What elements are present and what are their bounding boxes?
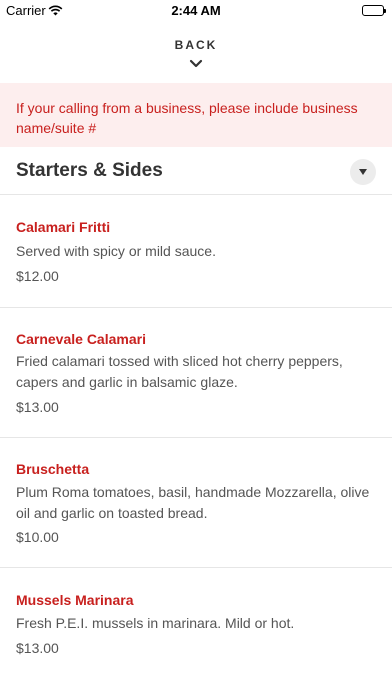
menu-item-price: $10.00: [16, 529, 59, 545]
menu-item-name: Mussels Marinara: [16, 592, 134, 608]
chevron-down-icon: [189, 56, 203, 68]
menu-item-name: Calamari Fritti: [16, 219, 111, 235]
battery-icon: [362, 5, 386, 16]
menu-item-description: Fried calamari tossed with sliced hot ch…: [16, 353, 343, 390]
menu-item[interactable]: Carnevale Calamari Fried calamari tossed…: [0, 308, 392, 438]
menu-item-description: Fresh P.E.I. mussels in marinara. Mild o…: [16, 615, 295, 631]
caret-down-icon: [359, 169, 367, 175]
menu-item[interactable]: Mussels Marinara Fresh P.E.I. mussels in…: [0, 568, 392, 696]
section-toggle-button[interactable]: [350, 159, 376, 185]
section-title: Starters & Sides: [16, 160, 163, 181]
menu-item-price: $13.00: [16, 399, 59, 415]
menu-item-price: $12.00: [16, 268, 59, 284]
menu-item-name: Carnevale Calamari: [16, 331, 146, 347]
clock: 2:44 AM: [171, 3, 221, 18]
back-button[interactable]: BACK: [146, 34, 246, 74]
menu-item[interactable]: Bruschetta Plum Roma tomatoes, basil, ha…: [0, 438, 392, 568]
back-label: BACK: [174, 38, 218, 52]
menu-item-price: $13.00: [16, 640, 59, 656]
business-alert-banner: If your calling from a business, please …: [0, 83, 392, 147]
alert-text: If your calling from a business, please …: [16, 100, 358, 136]
menu-item-description: Served with spicy or mild sauce.: [16, 243, 216, 259]
menu-item-name: Bruschetta: [16, 461, 90, 477]
status-bar: Carrier 2:44 AM: [0, 0, 392, 22]
menu-item[interactable]: Calamari Fritti Served with spicy or mil…: [0, 196, 392, 308]
menu-item-description: Plum Roma tomatoes, basil, handmade Mozz…: [16, 484, 370, 521]
section-header: Starters & Sides: [0, 148, 392, 195]
